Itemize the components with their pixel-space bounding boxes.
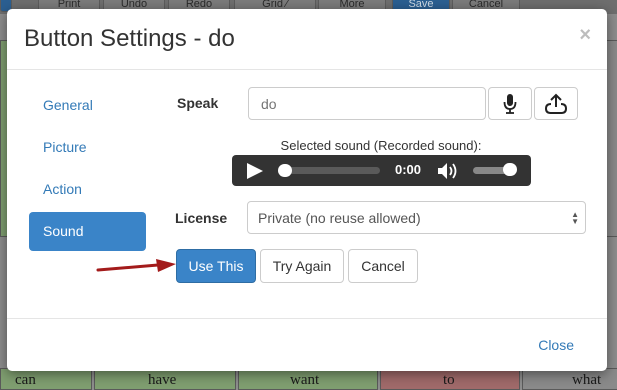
speak-label: Speak [177, 95, 219, 111]
volume-icon[interactable] [437, 162, 463, 180]
nav-general[interactable]: General [29, 86, 146, 125]
bg-cell [0, 368, 92, 390]
button-settings-dialog: Button Settings - do × General Picture A… [7, 9, 607, 371]
bg-word: can [15, 372, 36, 388]
try-again-button[interactable]: Try Again [260, 249, 344, 283]
license-value: Private (no reuse allowed) [258, 210, 421, 226]
current-time: 0:00 [395, 162, 422, 177]
header-divider [7, 69, 607, 70]
bg-word: have [148, 372, 177, 388]
nav-sound[interactable]: Sound [29, 212, 146, 251]
upload-icon [544, 93, 568, 114]
bg-cell [522, 368, 617, 390]
volume-handle[interactable] [503, 163, 517, 176]
play-icon[interactable] [247, 163, 263, 179]
footer-divider [7, 318, 607, 319]
close-button[interactable]: Close [538, 337, 574, 353]
nav-action[interactable]: Action [29, 170, 146, 209]
cancel-button[interactable]: Cancel [348, 249, 418, 283]
record-button[interactable] [488, 87, 532, 120]
close-icon[interactable]: × [579, 24, 591, 47]
select-arrows-icon: ▲ ▼ [571, 210, 579, 226]
license-label: License [175, 210, 228, 226]
progress-handle[interactable] [278, 164, 292, 177]
microphone-icon [503, 93, 517, 114]
use-this-button[interactable]: Use This [176, 249, 256, 283]
selected-sound-label: Selected sound (Recorded sound): [280, 138, 482, 153]
bg-word: what [572, 372, 602, 388]
upload-sound-button[interactable] [534, 87, 578, 120]
dialog-title: Button Settings - do [24, 25, 235, 52]
license-select[interactable]: Private (no reuse allowed) ▲ ▼ [247, 201, 586, 234]
annotation-arrow [96, 259, 176, 272]
bg-word: want [290, 372, 320, 388]
speak-input[interactable] [248, 87, 486, 120]
bg-word: to [443, 372, 455, 388]
audio-player: 0:00 [232, 155, 531, 186]
progress-track[interactable] [280, 167, 380, 174]
nav-picture[interactable]: Picture [29, 128, 146, 167]
